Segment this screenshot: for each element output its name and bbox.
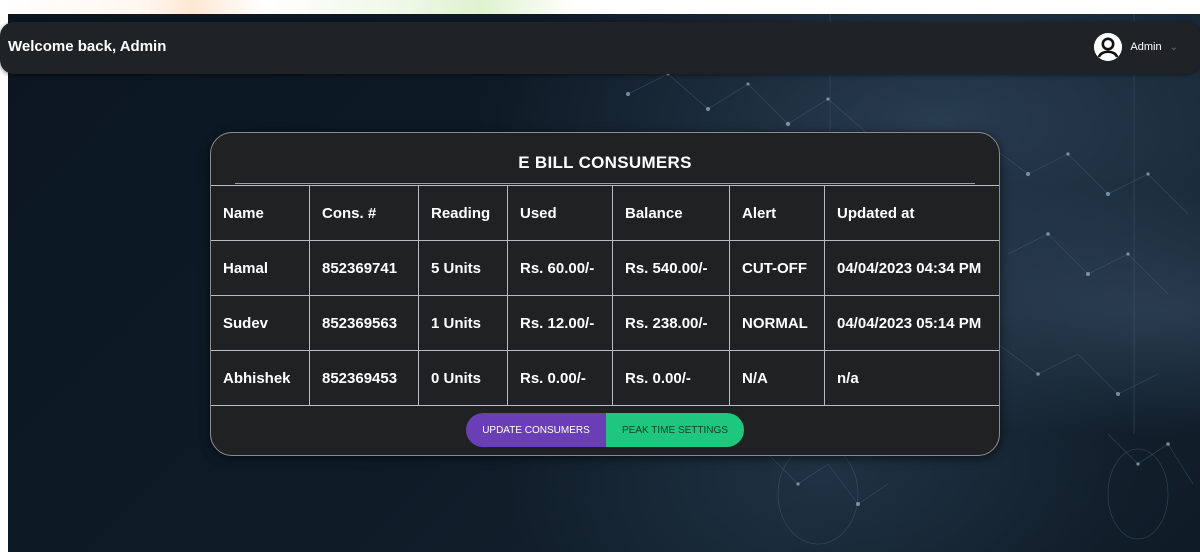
table-row: Abhishek 852369453 0 Units Rs. 0.00/- Rs… bbox=[211, 350, 999, 406]
watermark-strip bbox=[0, 0, 1200, 14]
peak-time-settings-button[interactable]: PEAK TIME SETTINGS bbox=[606, 413, 744, 447]
table-row: Sudev 852369563 1 Units Rs. 12.00/- Rs. … bbox=[211, 295, 999, 351]
table-cell: 0 Units bbox=[418, 350, 508, 406]
column-header: Cons. # bbox=[309, 185, 419, 241]
table-cell: Hamal bbox=[211, 240, 310, 296]
table-cell: NORMAL bbox=[729, 295, 825, 351]
table-cell: Rs. 0.00/- bbox=[612, 350, 730, 406]
table-cell: Sudev bbox=[211, 295, 310, 351]
table-cell: 852369563 bbox=[309, 295, 419, 351]
table-header-row: Name Cons. # Reading Used Balance Alert … bbox=[211, 185, 999, 241]
chevron-down-icon[interactable]: ⌄ bbox=[1170, 42, 1178, 53]
top-bar: Welcome back, Admin Admin ⌄ bbox=[0, 22, 1200, 74]
table-cell: Abhishek bbox=[211, 350, 310, 406]
table-cell: 852369453 bbox=[309, 350, 419, 406]
table-cell: Rs. 60.00/- bbox=[507, 240, 613, 296]
table-cell: Rs. 540.00/- bbox=[612, 240, 730, 296]
table-cell: 04/04/2023 05:14 PM bbox=[824, 295, 999, 351]
table-cell: n/a bbox=[824, 350, 999, 406]
user-avatar-icon[interactable] bbox=[1094, 33, 1123, 61]
column-header: Updated at bbox=[824, 185, 999, 241]
column-header: Used bbox=[507, 185, 613, 241]
table-cell: CUT-OFF bbox=[729, 240, 825, 296]
column-header: Name bbox=[211, 185, 310, 241]
card-title: E BILL CONSUMERS bbox=[518, 153, 692, 172]
column-header: Reading bbox=[418, 185, 508, 241]
table-cell: N/A bbox=[729, 350, 825, 406]
table-cell: Rs. 12.00/- bbox=[507, 295, 613, 351]
table-cell: 5 Units bbox=[418, 240, 508, 296]
title-divider bbox=[235, 183, 975, 184]
table-cell: 1 Units bbox=[418, 295, 508, 351]
user-menu[interactable]: Admin ⌄ bbox=[1094, 33, 1178, 61]
welcome-message: Welcome back, Admin bbox=[8, 38, 167, 55]
table-row: Hamal 852369741 5 Units Rs. 60.00/- Rs. … bbox=[211, 240, 999, 296]
consumers-card: E BILL CONSUMERS Name Cons. # Reading Us… bbox=[210, 132, 1000, 456]
user-name[interactable]: Admin bbox=[1130, 41, 1161, 53]
table-cell: 852369741 bbox=[309, 240, 419, 296]
action-buttons: UPDATE CONSUMERS PEAK TIME SETTINGS bbox=[466, 413, 744, 447]
column-header: Alert bbox=[729, 185, 825, 241]
column-header: Balance bbox=[612, 185, 730, 241]
table-cell: 04/04/2023 04:34 PM bbox=[824, 240, 999, 296]
consumers-table: Name Cons. # Reading Used Balance Alert … bbox=[211, 185, 999, 406]
table-cell: Rs. 238.00/- bbox=[612, 295, 730, 351]
update-consumers-button[interactable]: UPDATE CONSUMERS bbox=[466, 413, 606, 447]
table-cell: Rs. 0.00/- bbox=[507, 350, 613, 406]
